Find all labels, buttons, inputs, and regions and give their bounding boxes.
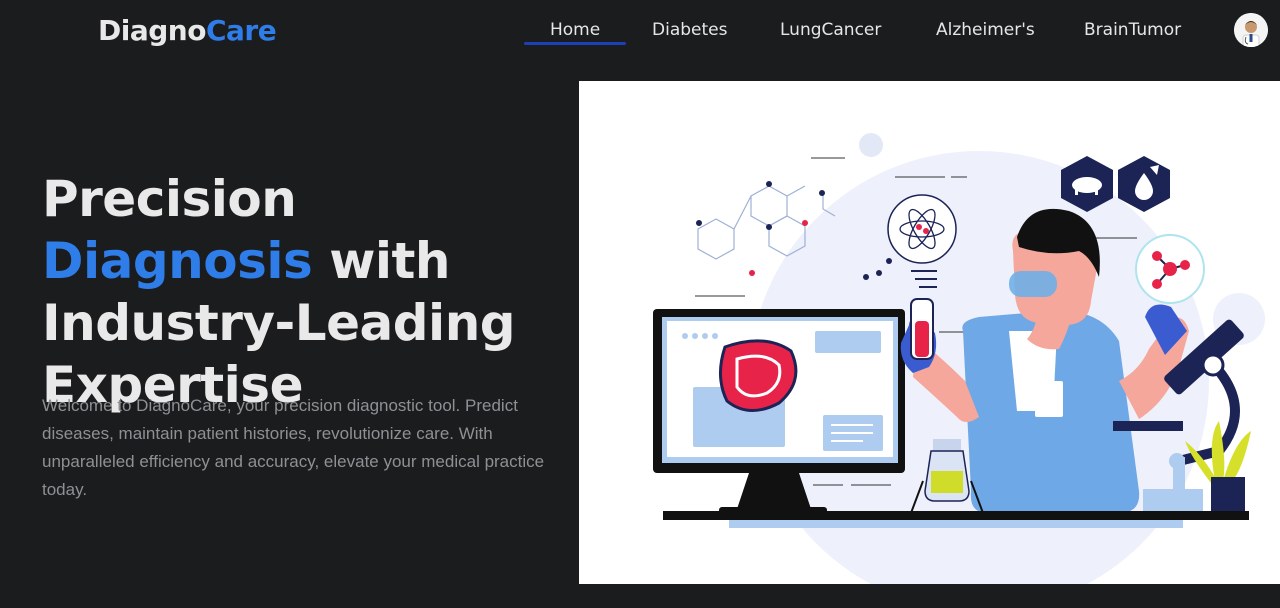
molecule-bubble-icon — [1135, 234, 1205, 304]
nav-lung-cancer[interactable]: LungCancer — [780, 20, 881, 40]
hero-title-part1: Precision — [42, 170, 297, 228]
nav-alzheimers[interactable]: Alzheimer's — [936, 20, 1035, 40]
brand-logo[interactable]: DiagnoCare — [98, 14, 277, 47]
navbar: DiagnoCare Home Diabetes LungCancer Alzh… — [0, 0, 1280, 64]
brand-part-1: Diagno — [98, 14, 206, 47]
hero-illustration — [579, 81, 1280, 584]
droplet-hex-badge — [1118, 156, 1170, 212]
nav-diabetes[interactable]: Diabetes — [652, 20, 727, 40]
brand-part-2: Care — [205, 14, 277, 47]
nav-home[interactable]: Home — [523, 20, 627, 45]
hero-title: Precision Diagnosis with Industry-Leadin… — [42, 168, 562, 416]
nav-brain-tumor[interactable]: BrainTumor — [1084, 20, 1181, 40]
scientist-lab-illustration — [653, 133, 1265, 584]
user-avatar[interactable] — [1234, 13, 1268, 47]
hero-description: Welcome to DiagnoCare, your precision di… — [42, 396, 545, 499]
doctor-avatar-icon — [1234, 13, 1268, 47]
hero-title-accent: Diagnosis — [42, 232, 313, 290]
lab-table — [663, 511, 1249, 520]
